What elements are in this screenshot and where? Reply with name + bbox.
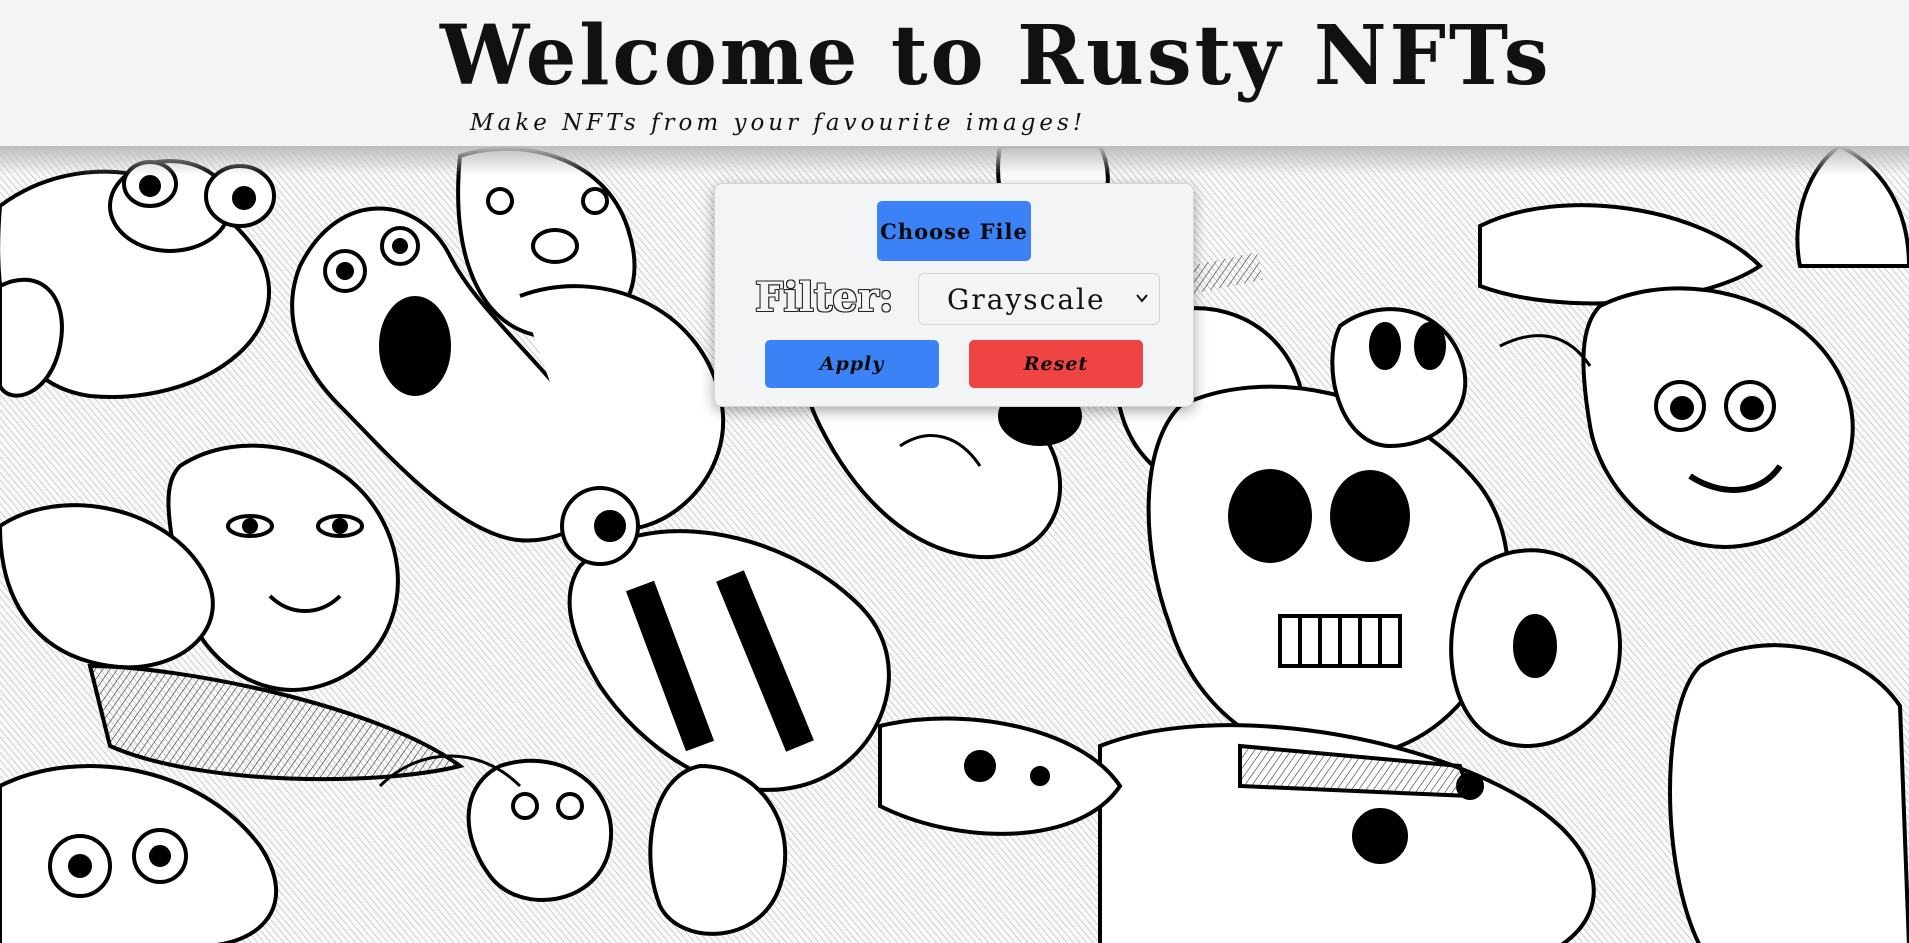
- upload-panel: Choose File Filter: Grayscale Apply Rese…: [714, 183, 1194, 407]
- apply-button[interactable]: Apply: [765, 340, 939, 388]
- page-title: Welcome to Rusty NFTs: [440, 8, 1552, 104]
- filter-selected-value: Grayscale: [947, 283, 1106, 316]
- choose-file-button[interactable]: Choose File: [877, 201, 1031, 261]
- page-header: Welcome to Rusty NFTs Make NFTs from you…: [0, 0, 1909, 146]
- chevron-down-icon: [1136, 294, 1148, 303]
- filter-select[interactable]: Grayscale: [918, 273, 1160, 325]
- page-subtitle: Make NFTs from your favourite images!: [470, 110, 1087, 136]
- filter-label: Filter:: [755, 274, 894, 321]
- reset-button[interactable]: Reset: [969, 340, 1143, 388]
- background-top-shadow: [0, 146, 1909, 176]
